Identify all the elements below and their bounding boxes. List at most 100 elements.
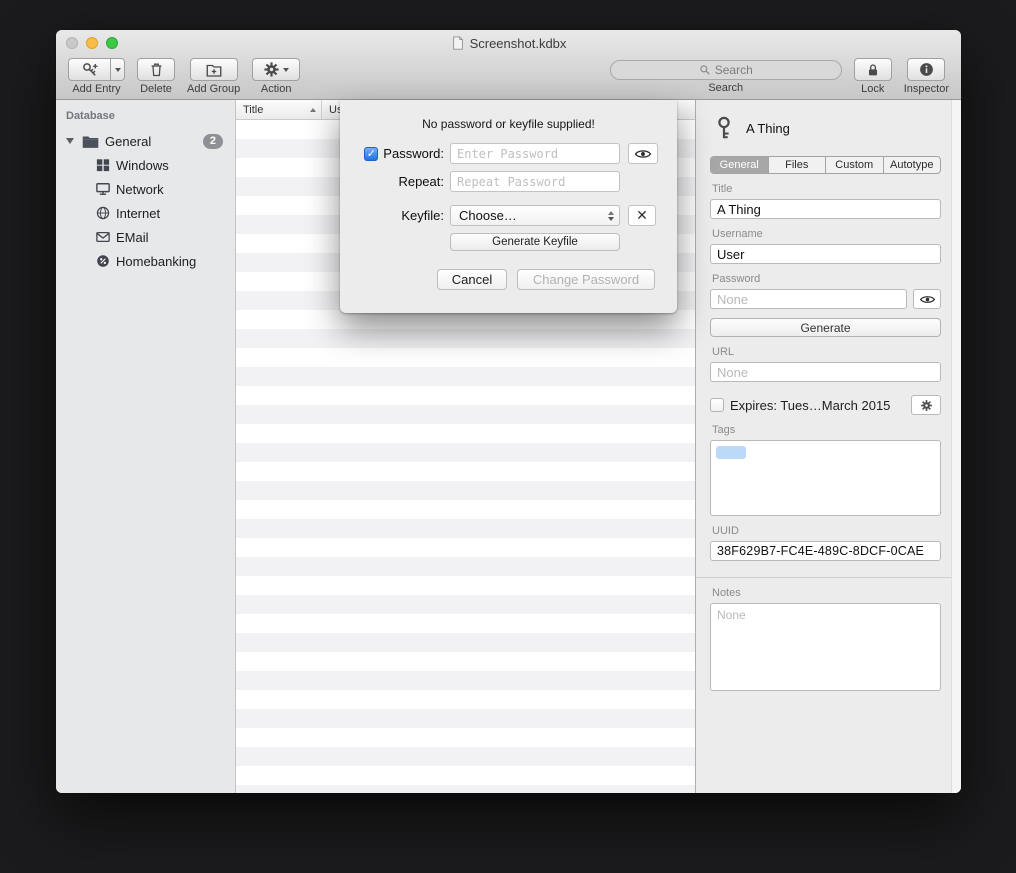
expires-label: Expires: Tues…March 2015: [730, 398, 890, 413]
password-checkbox[interactable]: ✓: [364, 147, 378, 161]
lock-icon: [865, 62, 881, 78]
reveal-password-button[interactable]: [913, 289, 941, 309]
sidebar-item-label: EMail: [116, 230, 149, 245]
action-button[interactable]: [252, 58, 300, 81]
clear-keyfile-button[interactable]: ✕: [628, 205, 656, 226]
notes-field[interactable]: [710, 603, 941, 691]
url-field[interactable]: [710, 362, 941, 382]
password-row: ✓ Password:: [356, 143, 677, 164]
toolbar-item-lock: Lock: [854, 58, 892, 95]
trash-icon: [148, 61, 165, 78]
lock-label: Lock: [861, 83, 884, 95]
eye-icon: [634, 148, 652, 160]
network-icon: [96, 182, 110, 196]
inspector-scrollbar[interactable]: [951, 100, 961, 793]
toolbar-item-search: Search Search: [610, 58, 842, 95]
sidebar-item-email[interactable]: EMail: [56, 225, 235, 249]
inspector-panel: A Thing General Files Custom Autotype Ti…: [695, 100, 961, 793]
tags-field[interactable]: [710, 440, 941, 516]
toolbar-item-inspector: Inspector: [904, 58, 949, 95]
inspector-header: A Thing: [714, 116, 941, 140]
add-entry-label: Add Entry: [72, 83, 120, 95]
reveal-password-button[interactable]: [628, 143, 658, 164]
sidebar: Database General 2 Windows Network: [56, 100, 236, 793]
change-password-button[interactable]: Change Password: [517, 269, 655, 290]
tab-general[interactable]: General: [711, 157, 769, 173]
sidebar-item-label: Homebanking: [116, 254, 196, 269]
minimize-button[interactable]: [86, 37, 98, 49]
tab-autotype[interactable]: Autotype: [884, 157, 941, 173]
sidebar-item-label: Windows: [116, 158, 169, 173]
gear-icon: [263, 61, 280, 78]
title-field[interactable]: [710, 199, 941, 219]
sidebar-item-homebanking[interactable]: Homebanking: [56, 249, 235, 273]
enter-password-input[interactable]: [450, 143, 620, 164]
search-input[interactable]: Search: [610, 60, 842, 80]
eye-icon: [919, 294, 936, 305]
disclosure-triangle-icon[interactable]: [66, 138, 74, 144]
add-entry-button[interactable]: [68, 58, 110, 81]
notes-label: Notes: [712, 587, 941, 599]
key-plus-icon: [81, 61, 99, 79]
entry-title: A Thing: [746, 121, 790, 136]
window-title-area: Screenshot.kdbx: [56, 30, 961, 56]
sidebar-section-database: Database: [56, 110, 235, 129]
globe-icon: [96, 206, 110, 220]
titlebar: Screenshot.kdbx: [56, 30, 961, 56]
generate-keyfile-button[interactable]: Generate Keyfile: [450, 233, 620, 251]
add-group-button[interactable]: [190, 58, 238, 81]
expires-checkbox[interactable]: [710, 398, 724, 412]
sidebar-item-windows[interactable]: Windows: [56, 153, 235, 177]
popup-chevrons-icon: [608, 211, 614, 221]
password-field[interactable]: [710, 289, 907, 309]
keyfile-selected-value: Choose…: [459, 208, 517, 223]
sidebar-item-label: Internet: [116, 206, 160, 221]
sidebar-item-internet[interactable]: Internet: [56, 201, 235, 225]
tab-files[interactable]: Files: [769, 157, 827, 173]
inspector-tabs: General Files Custom Autotype: [710, 156, 941, 174]
username-field[interactable]: [710, 244, 941, 264]
add-group-label: Add Group: [187, 83, 240, 95]
column-header-title[interactable]: Title: [236, 100, 322, 119]
toolbar-right-group: Search Search Lock: [610, 58, 949, 95]
folder-plus-icon: [205, 61, 223, 79]
generate-password-button[interactable]: Generate: [710, 318, 941, 337]
repeat-password-input[interactable]: [450, 171, 620, 192]
keyfile-label: Keyfile:: [401, 208, 444, 223]
keyfile-popup-button[interactable]: Choose…: [450, 205, 620, 226]
uuid-field[interactable]: [710, 541, 941, 561]
window-chrome: Screenshot.kdbx Add Entry: [56, 30, 961, 100]
info-icon: [918, 61, 935, 78]
windows-icon: [96, 158, 110, 172]
app-window: Screenshot.kdbx Add Entry: [56, 30, 961, 793]
sidebar-item-network[interactable]: Network: [56, 177, 235, 201]
add-entry-dropdown-button[interactable]: [110, 58, 125, 81]
title-label: Title: [712, 183, 941, 195]
tags-label: Tags: [712, 424, 941, 436]
expires-settings-button[interactable]: [911, 395, 941, 415]
close-button[interactable]: [66, 37, 78, 49]
sheet-actions: Cancel Change Password: [340, 269, 655, 290]
folder-icon: [82, 134, 99, 149]
username-label: Username: [712, 228, 941, 240]
zoom-button[interactable]: [106, 37, 118, 49]
inspector-button[interactable]: [907, 58, 945, 81]
lock-button[interactable]: [854, 58, 892, 81]
tab-custom[interactable]: Custom: [826, 157, 884, 173]
password-label: Password: [712, 273, 941, 285]
sort-ascending-icon: [310, 108, 316, 112]
toolbar-item-delete: Delete: [137, 58, 175, 95]
inspector-divider: [696, 577, 951, 578]
toolbar-item-add-entry: Add Entry: [68, 58, 125, 95]
delete-button[interactable]: [137, 58, 175, 81]
repeat-row: Repeat:: [356, 171, 677, 192]
cancel-button[interactable]: Cancel: [437, 269, 507, 290]
sidebar-item-label: Network: [116, 182, 164, 197]
sidebar-item-general[interactable]: General 2: [56, 129, 235, 153]
gear-icon: [920, 399, 933, 412]
keyfile-row: Keyfile: Choose… ✕: [356, 205, 677, 226]
tag-token[interactable]: [716, 446, 746, 459]
column-title-label: Title: [243, 104, 263, 116]
delete-label: Delete: [140, 83, 172, 95]
sidebar-item-label: General: [105, 134, 151, 149]
